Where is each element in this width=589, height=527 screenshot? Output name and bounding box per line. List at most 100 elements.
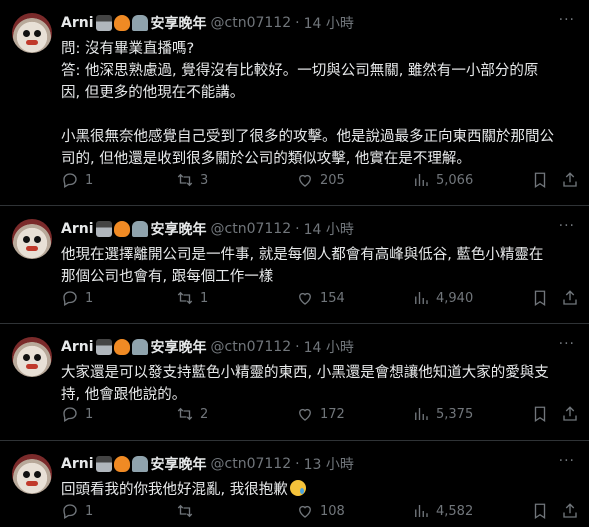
retweet-count: 3 [200, 172, 209, 188]
heart-icon [299, 292, 311, 305]
views-button[interactable]: 4,582 [412, 501, 473, 521]
tweet-header: Arni 安享晚年 @ctn07112 · 14 小時 [61, 219, 354, 239]
retweet-icon [177, 291, 193, 305]
display-name[interactable]: Arni [61, 15, 94, 31]
reply-button[interactable]: 1 [61, 501, 93, 521]
retweet-count: 1 [200, 290, 209, 306]
retweet-icon [177, 407, 193, 421]
display-name[interactable]: Arni [61, 456, 94, 472]
views-count: 4,582 [436, 503, 474, 519]
views-button[interactable]: 4,940 [412, 288, 473, 308]
bookmark-button[interactable] [531, 170, 549, 190]
like-button[interactable]: 172 [296, 404, 345, 424]
bookmark-button[interactable] [531, 404, 549, 424]
share-button[interactable] [561, 501, 579, 521]
bookmark-button[interactable] [531, 288, 549, 308]
bookmark-icon [534, 172, 546, 189]
reply-icon [63, 291, 77, 306]
more-icon[interactable]: ··· [559, 218, 575, 234]
share-icon [563, 172, 577, 187]
reply-count: 1 [85, 503, 94, 519]
fox-emoji-icon [113, 456, 130, 472]
avatar[interactable] [12, 219, 52, 259]
tweet-line: 那個公司也會有, 跟每個工作一樣 [61, 269, 274, 285]
views-button[interactable]: 5,375 [412, 404, 473, 424]
tweet-header: Arni 安享晚年 @ctn07112 · 13 小時 [61, 454, 354, 474]
detective-emoji-icon [95, 15, 112, 31]
avatar[interactable] [12, 337, 52, 377]
avatar[interactable] [12, 13, 52, 53]
display-name-suffix[interactable]: 安享晚年 [151, 337, 207, 357]
reply-button[interactable]: 1 [61, 288, 93, 308]
display-name[interactable]: Arni [61, 221, 94, 237]
views-icon [415, 505, 428, 517]
views-icon [415, 292, 428, 304]
share-button[interactable] [561, 170, 579, 190]
reply-button[interactable]: 1 [61, 404, 93, 424]
tweet-header: Arni 安享晚年 @ctn07112 · 14 小時 [61, 337, 354, 357]
like-button[interactable]: 205 [296, 170, 345, 190]
avatar[interactable] [12, 454, 52, 494]
tweet-text: 大家還是可以發支持藍色小精靈的東西, 小黑還是會想讓他知道大家的愛與支 持, 他… [61, 362, 581, 406]
tweet[interactable]: Arni 安享晚年 @ctn07112 · 14 小時 ··· 大家還是可以發支… [0, 324, 589, 441]
tweet-line: 司的, 但他還是收到很多關於公司的類似攻擊, 他實在是不理解。 [61, 151, 471, 167]
handle[interactable]: @ctn07112 [211, 456, 292, 472]
tweet-text: 問: 沒有畢業直播嗎? 答: 他深思熟慮過, 覺得沒有比較好。一切與公司無關, … [61, 38, 581, 170]
share-button[interactable] [561, 288, 579, 308]
tweet[interactable]: Arni 安享晚年 @ctn07112 · 13 小時 ··· 回頭看我的你我他… [0, 441, 589, 527]
bookmark-button[interactable] [531, 501, 549, 521]
timestamp[interactable]: 13 小時 [304, 454, 354, 474]
like-count: 205 [320, 172, 345, 188]
timestamp[interactable]: 14 小時 [304, 219, 354, 239]
tweet-line: 答: 他深思熟慮過, 覺得沒有比較好。一切與公司無關, 雖然有一小部分的原 [61, 63, 539, 79]
crying-face-emoji-icon [289, 480, 306, 496]
bookmark-icon [534, 406, 546, 423]
retweet-button[interactable]: 3 [176, 170, 208, 190]
reply-icon [63, 173, 77, 188]
like-button[interactable]: 108 [296, 501, 345, 521]
retweet-button[interactable]: 1 [176, 288, 208, 308]
tweet-header: Arni 安享晚年 @ctn07112 · 14 小時 [61, 13, 354, 33]
share-icon [563, 503, 577, 518]
tweet[interactable]: Arni 安享晚年 @ctn07112 · 14 小時 ··· 他現在選擇離開公… [0, 206, 589, 324]
display-name-suffix[interactable]: 安享晚年 [151, 454, 207, 474]
timestamp[interactable]: 14 小時 [304, 13, 354, 33]
detective-emoji-icon [95, 339, 112, 355]
tweet-line: 持, 他會跟他說的。 [61, 387, 187, 403]
views-count: 5,066 [436, 172, 474, 188]
like-button[interactable]: 154 [296, 288, 345, 308]
retweet-button[interactable]: 2 [176, 404, 208, 424]
tweet-actions: 1 2 172 5,375 [61, 404, 581, 424]
handle[interactable]: @ctn07112 [211, 15, 292, 31]
tweet-line-text: 回頭看我的你我他好混亂, 我很抱歉 [61, 482, 288, 498]
views-icon [415, 408, 428, 420]
tweet-text: 回頭看我的你我他好混亂, 我很抱歉 [61, 479, 581, 501]
display-name-suffix[interactable]: 安享晚年 [151, 219, 207, 239]
fox-emoji-icon [113, 15, 130, 31]
reply-button[interactable]: 1 [61, 170, 93, 190]
views-button[interactable]: 5,066 [412, 170, 473, 190]
tweet-text: 他現在選擇離開公司是一件事, 就是每個人都會有高峰與低谷, 藍色小精靈在 那個公… [61, 244, 581, 288]
handle[interactable]: @ctn07112 [211, 339, 292, 355]
fox-emoji-icon [113, 339, 130, 355]
tweet-line: 問: 沒有畢業直播嗎? [61, 41, 195, 57]
share-icon [563, 406, 577, 421]
more-icon[interactable]: ··· [559, 453, 575, 469]
display-name[interactable]: Arni [61, 339, 94, 355]
more-icon[interactable]: ··· [559, 336, 575, 352]
retweet-button[interactable] [176, 501, 200, 521]
share-button[interactable] [561, 404, 579, 424]
tweet[interactable]: Arni 安享晚年 @ctn07112 · 14 小時 ··· 問: 沒有畢業直… [0, 0, 589, 206]
timestamp[interactable]: 14 小時 [304, 337, 354, 357]
detective-emoji-icon [95, 456, 112, 472]
detective-emoji-icon [95, 221, 112, 237]
tweet-line: 因, 但更多的他現在不能講。 [61, 85, 245, 101]
tweet-actions: 1 108 4,582 [61, 501, 581, 521]
headstone-emoji-icon [131, 456, 148, 472]
more-icon[interactable]: ··· [559, 12, 575, 28]
reply-count: 1 [85, 172, 94, 188]
handle[interactable]: @ctn07112 [211, 221, 292, 237]
views-icon [415, 174, 428, 186]
display-name-suffix[interactable]: 安享晚年 [151, 13, 207, 33]
reply-count: 1 [85, 290, 94, 306]
